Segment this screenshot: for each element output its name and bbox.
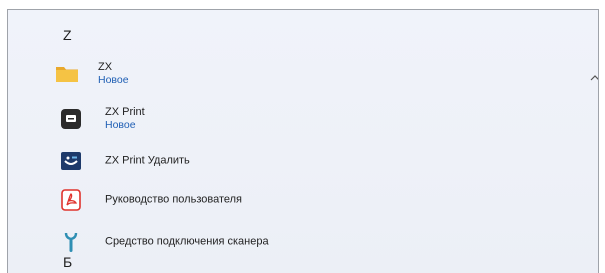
scanner-tool-icon — [60, 231, 82, 253]
app-name: ZX Print — [105, 106, 145, 118]
folder-name: ZX — [98, 61, 113, 73]
start-menu-app-list: Z ZX Новое ZX Print Новое ZX Print Удали… — [7, 9, 599, 273]
app-item-scanner-connection-tool[interactable]: Средство подключения сканера — [48, 224, 588, 260]
chevron-up-icon[interactable] — [588, 70, 598, 84]
new-badge: Новое — [98, 74, 129, 86]
app-item-zx-print[interactable]: ZX Print Новое — [48, 101, 588, 137]
folder-zx[interactable]: ZX Новое — [48, 56, 598, 92]
uninstall-app-icon — [60, 150, 82, 172]
app-item-user-guide[interactable]: Руководство пользователя — [48, 182, 588, 218]
folder-icon — [55, 63, 79, 85]
new-badge: Новое — [105, 119, 136, 131]
pdf-icon — [60, 189, 82, 211]
app-item-zx-print-uninstall[interactable]: ZX Print Удалить — [48, 143, 588, 179]
app-name: Средство подключения сканера — [105, 235, 269, 248]
group-letter-z[interactable]: Z — [63, 27, 72, 43]
app-name: Руководство пользователя — [105, 193, 242, 206]
app-name: ZX Print Удалить — [105, 154, 190, 167]
group-letter-b[interactable]: Б — [63, 254, 72, 270]
printer-app-icon — [60, 108, 82, 130]
